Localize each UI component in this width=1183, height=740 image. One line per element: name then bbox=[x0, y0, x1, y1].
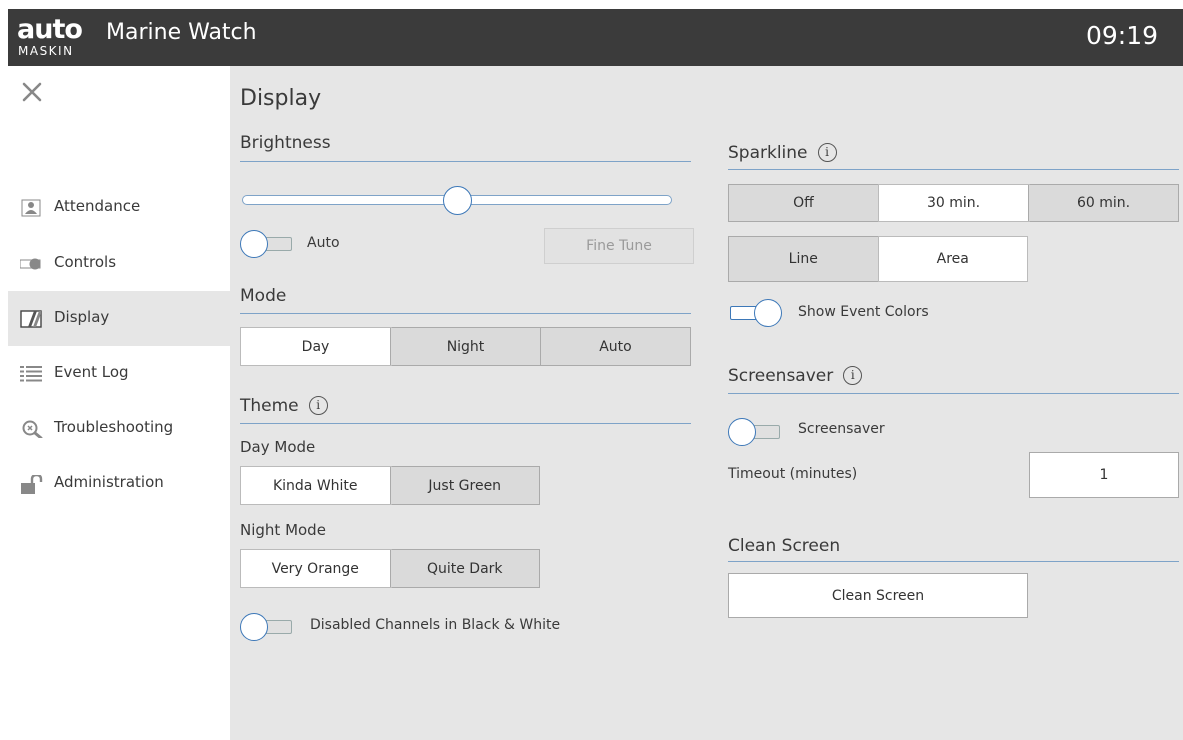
brightness-auto-toggle[interactable] bbox=[240, 230, 294, 258]
theme-heading: Theme i bbox=[240, 396, 328, 416]
info-icon[interactable]: i bbox=[817, 143, 837, 162]
theme-heading-label: Theme bbox=[240, 396, 299, 416]
padlock-open-icon bbox=[20, 473, 44, 494]
info-icon[interactable]: i bbox=[308, 396, 328, 415]
sidebar-item-label: Display bbox=[54, 308, 110, 326]
mode-option-night[interactable]: Night bbox=[391, 328, 541, 365]
sparkline-duration-selector: Off 30 min. 60 min. bbox=[728, 184, 1179, 222]
sparkline-option-off[interactable]: Off bbox=[729, 185, 879, 221]
divider bbox=[240, 161, 691, 162]
fine-tune-button[interactable]: Fine Tune bbox=[544, 228, 694, 264]
troubleshooting-icon bbox=[20, 420, 44, 440]
sidebar-item-label: Controls bbox=[54, 253, 117, 271]
sparkline-style-selector: Line Area bbox=[728, 236, 1028, 282]
logo-word: auto bbox=[17, 14, 83, 45]
clean-screen-heading: Clean Screen bbox=[728, 536, 841, 556]
divider bbox=[728, 169, 1179, 170]
sidebar-item-label: Attendance bbox=[54, 197, 141, 215]
mode-selector: Day Night Auto bbox=[240, 327, 691, 366]
sidebar-item-label: Troubleshooting bbox=[54, 418, 174, 436]
black-white-channels-toggle[interactable] bbox=[240, 613, 294, 641]
sparkline-style-area[interactable]: Area bbox=[878, 237, 1027, 281]
black-white-channels-label: Disabled Channels in Black & White bbox=[310, 617, 561, 633]
sidebar-item-administration[interactable]: Administration bbox=[8, 456, 230, 511]
divider bbox=[240, 313, 691, 314]
day-theme-option-just-green[interactable]: Just Green bbox=[390, 467, 539, 504]
page-title: Display bbox=[240, 86, 322, 111]
divider bbox=[728, 393, 1179, 394]
sidebar-item-label: Event Log bbox=[54, 363, 129, 381]
toggle-icon bbox=[19, 255, 44, 273]
auto-maskin-logo: auto MASKIN bbox=[17, 14, 97, 60]
sparkline-style-line[interactable]: Line bbox=[729, 237, 879, 281]
day-mode-label: Day Mode bbox=[240, 438, 316, 456]
close-icon[interactable] bbox=[20, 80, 44, 104]
timeout-label: Timeout (minutes) bbox=[728, 466, 858, 482]
screensaver-toggle[interactable] bbox=[728, 418, 782, 446]
list-icon bbox=[20, 365, 44, 383]
screensaver-heading: Screensaver i bbox=[728, 366, 863, 386]
clean-screen-button[interactable]: Clean Screen bbox=[728, 573, 1028, 618]
sidebar: Attendance Controls Display Event Log Tr… bbox=[8, 66, 230, 740]
divider bbox=[728, 561, 1179, 562]
mode-heading: Mode bbox=[240, 286, 287, 306]
timeout-input[interactable]: 1 bbox=[1029, 452, 1179, 498]
day-theme-option-kinda-white[interactable]: Kinda White bbox=[241, 467, 391, 504]
brightness-heading: Brightness bbox=[240, 133, 331, 153]
mode-option-auto[interactable]: Auto bbox=[541, 328, 690, 365]
screensaver-heading-label: Screensaver bbox=[728, 366, 834, 386]
brightness-slider-handle[interactable] bbox=[442, 186, 472, 215]
sidebar-item-controls[interactable]: Controls bbox=[8, 236, 230, 291]
night-theme-selector: Very Orange Quite Dark bbox=[240, 549, 540, 588]
clock: 09:19 bbox=[1085, 21, 1158, 50]
sidebar-item-troubleshooting[interactable]: Troubleshooting bbox=[8, 401, 230, 456]
app-title: Marine Watch bbox=[106, 20, 257, 45]
sidebar-item-attendance[interactable]: Attendance bbox=[8, 180, 230, 235]
night-mode-label: Night Mode bbox=[240, 521, 326, 539]
sparkline-option-60-min[interactable]: 60 min. bbox=[1029, 185, 1178, 221]
sidebar-item-display[interactable]: Display bbox=[8, 291, 230, 346]
screensaver-toggle-label: Screensaver bbox=[798, 421, 885, 437]
sparkline-option-30-min[interactable]: 30 min. bbox=[879, 185, 1029, 221]
sidebar-item-event-log[interactable]: Event Log bbox=[8, 346, 230, 401]
display-settings-panel: Display Brightness Auto Fine Tune Mode D… bbox=[230, 66, 1183, 740]
info-icon[interactable]: i bbox=[843, 366, 863, 385]
logo-sub: MASKIN bbox=[18, 44, 74, 58]
night-theme-option-quite-dark[interactable]: Quite Dark bbox=[390, 550, 539, 587]
app-window: auto MASKIN Marine Watch 09:19 Attendanc… bbox=[8, 9, 1183, 740]
top-bar: auto MASKIN Marine Watch 09:19 bbox=[8, 9, 1183, 66]
show-event-colors-toggle[interactable] bbox=[728, 299, 782, 327]
divider bbox=[240, 423, 691, 424]
brightness-auto-label: Auto bbox=[307, 235, 340, 251]
day-theme-selector: Kinda White Just Green bbox=[240, 466, 540, 505]
night-theme-option-very-orange[interactable]: Very Orange bbox=[241, 550, 391, 587]
attendance-icon bbox=[20, 199, 44, 217]
mode-option-day[interactable]: Day bbox=[241, 328, 391, 365]
show-event-colors-label: Show Event Colors bbox=[798, 304, 929, 320]
display-icon bbox=[20, 310, 44, 328]
sparkline-heading-label: Sparkline bbox=[728, 143, 808, 163]
sparkline-heading: Sparkline i bbox=[728, 143, 837, 163]
sidebar-item-label: Administration bbox=[54, 473, 164, 491]
